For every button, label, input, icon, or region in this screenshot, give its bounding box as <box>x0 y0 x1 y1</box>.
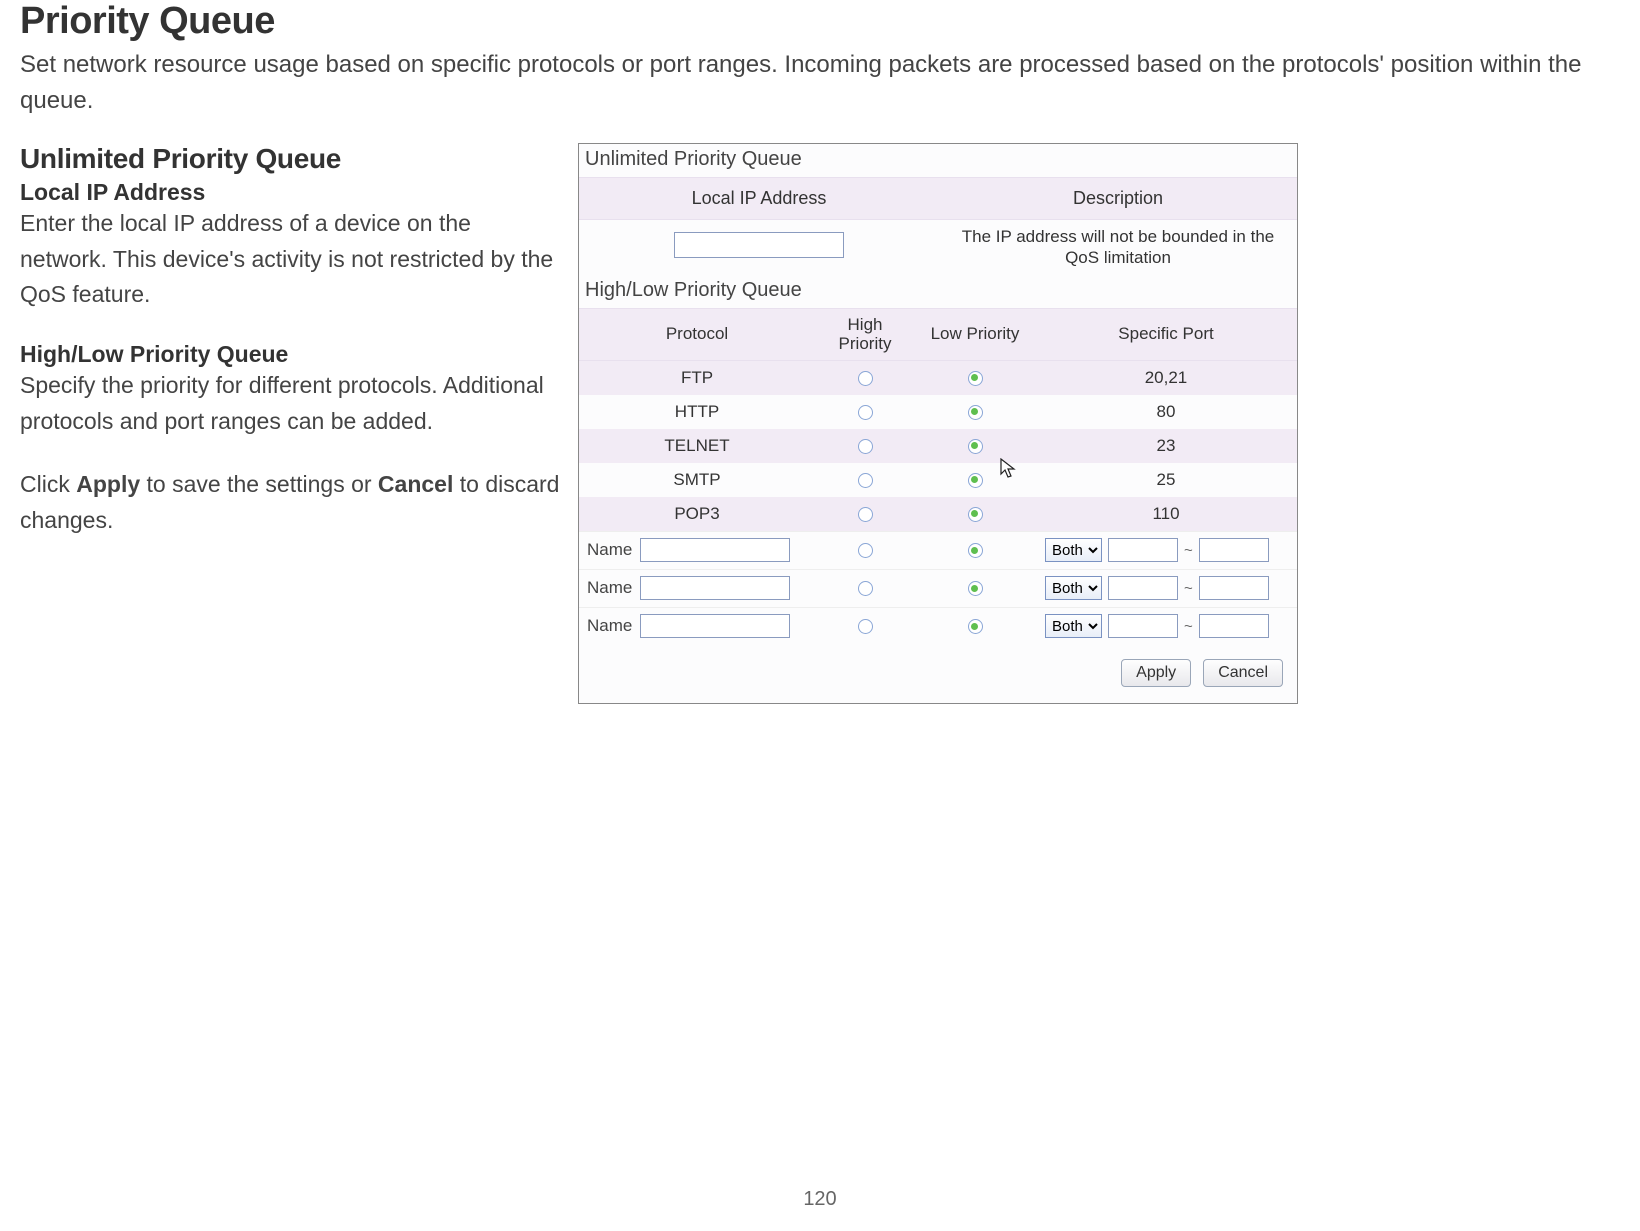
custom-name-label: Name <box>587 540 632 560</box>
protocol-cell: FTP <box>579 368 815 388</box>
cancel-button[interactable]: Cancel <box>1203 659 1283 687</box>
protocol-cell: SMTP <box>579 470 815 490</box>
custom-protocol-row: Name Both ~ <box>579 607 1297 645</box>
action-instructions: Click Apply to save the settings or Canc… <box>20 467 560 538</box>
tilde-separator: ~ <box>1184 618 1193 635</box>
port-from-input[interactable] <box>1108 614 1178 638</box>
highlow-heading: High/Low Priority Queue <box>20 341 560 368</box>
port-cell: 110 <box>1035 504 1297 524</box>
col-description: Description <box>939 178 1297 219</box>
col-protocol: Protocol <box>579 318 815 350</box>
action-prefix: Click <box>20 471 76 497</box>
port-type-select[interactable]: Both <box>1045 538 1102 562</box>
table-row: POP3 110 <box>579 497 1297 531</box>
unlimited-header-row: Local IP Address Description <box>579 177 1297 220</box>
custom-protocol-row: Name Both ~ <box>579 569 1297 607</box>
page-description: Set network resource usage based on spec… <box>20 47 1620 119</box>
page-number: 120 <box>803 1188 836 1211</box>
custom-name-input[interactable] <box>640 576 790 600</box>
tilde-separator: ~ <box>1184 580 1193 597</box>
highlow-description: Specify the priority for different proto… <box>20 368 560 439</box>
action-apply-word: Apply <box>76 471 140 497</box>
high-priority-radio[interactable] <box>858 619 873 634</box>
local-ip-input[interactable] <box>674 232 844 258</box>
col-low-priority: Low Priority <box>915 318 1035 350</box>
port-cell: 25 <box>1035 470 1297 490</box>
table-row: SMTP 25 <box>579 463 1297 497</box>
tilde-separator: ~ <box>1184 542 1193 559</box>
port-to-input[interactable] <box>1199 576 1269 600</box>
table-row: TELNET 23 <box>579 429 1297 463</box>
protocol-cell: HTTP <box>579 402 815 422</box>
col-high-priority: HighPriority <box>815 309 915 360</box>
action-cancel-word: Cancel <box>378 471 453 497</box>
port-from-input[interactable] <box>1108 538 1178 562</box>
high-priority-radio[interactable] <box>858 473 873 488</box>
col-local-ip: Local IP Address <box>579 178 939 219</box>
custom-name-input[interactable] <box>640 538 790 562</box>
protocol-cell: TELNET <box>579 436 815 456</box>
low-priority-radio[interactable] <box>968 543 983 558</box>
table-row: FTP 20,21 <box>579 361 1297 395</box>
high-priority-radio[interactable] <box>858 371 873 386</box>
low-priority-radio[interactable] <box>968 405 983 420</box>
custom-name-input[interactable] <box>640 614 790 638</box>
priority-header-row: Protocol HighPriority Low Priority Speci… <box>579 308 1297 361</box>
high-priority-radio[interactable] <box>858 507 873 522</box>
highlow-section-title: High/Low Priority Queue <box>579 275 1297 308</box>
protocol-cell: POP3 <box>579 504 815 524</box>
config-panel: Unlimited Priority Queue Local IP Addres… <box>578 143 1298 704</box>
col-specific-port: Specific Port <box>1035 318 1297 350</box>
port-to-input[interactable] <box>1199 538 1269 562</box>
port-type-select[interactable]: Both <box>1045 576 1102 600</box>
high-priority-radio[interactable] <box>858 581 873 596</box>
low-priority-radio[interactable] <box>968 507 983 522</box>
port-from-input[interactable] <box>1108 576 1178 600</box>
port-to-input[interactable] <box>1199 614 1269 638</box>
unlimited-desc-text: The IP address will not be bounded in th… <box>939 220 1297 275</box>
local-ip-label: Local IP Address <box>20 179 560 206</box>
action-middle: to save the settings or <box>140 471 378 497</box>
high-priority-radio[interactable] <box>858 405 873 420</box>
page-title: Priority Queue <box>20 0 1620 43</box>
port-type-select[interactable]: Both <box>1045 614 1102 638</box>
unlimited-section-title: Unlimited Priority Queue <box>579 144 1297 177</box>
custom-name-label: Name <box>587 616 632 636</box>
low-priority-radio[interactable] <box>968 473 983 488</box>
table-row: HTTP 80 <box>579 395 1297 429</box>
port-cell: 80 <box>1035 402 1297 422</box>
low-priority-radio[interactable] <box>968 439 983 454</box>
apply-button[interactable]: Apply <box>1121 659 1191 687</box>
custom-name-label: Name <box>587 578 632 598</box>
low-priority-radio[interactable] <box>968 619 983 634</box>
custom-protocol-row: Name Both ~ <box>579 531 1297 569</box>
port-cell: 23 <box>1035 436 1297 456</box>
local-ip-description: Enter the local IP address of a device o… <box>20 206 560 313</box>
high-priority-radio[interactable] <box>858 439 873 454</box>
unlimited-heading: Unlimited Priority Queue <box>20 143 560 175</box>
low-priority-radio[interactable] <box>968 371 983 386</box>
high-priority-radio[interactable] <box>858 543 873 558</box>
low-priority-radio[interactable] <box>968 581 983 596</box>
unlimited-data-row: The IP address will not be bounded in th… <box>579 220 1297 275</box>
port-cell: 20,21 <box>1035 368 1297 388</box>
